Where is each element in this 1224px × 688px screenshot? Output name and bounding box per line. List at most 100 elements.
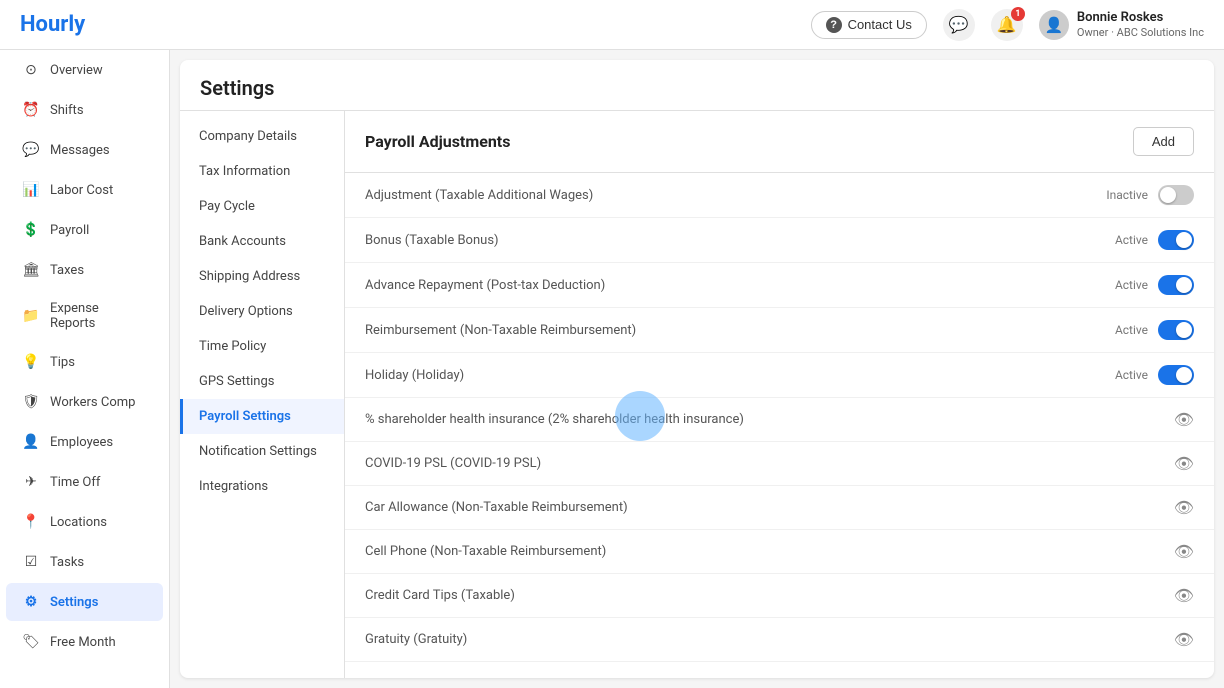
toggle-switch[interactable] <box>1158 320 1194 340</box>
adjustment-row: Car Allowance (Non-Taxable Reimbursement… <box>345 486 1214 530</box>
settings-wrapper: Settings Company DetailsTax InformationP… <box>180 60 1214 678</box>
adjustment-controls: Active <box>1115 230 1194 250</box>
header-actions: ? Contact Us 💬 🔔 1 👤 Bonnie Roskes Owner… <box>811 9 1204 41</box>
adjustment-name: Car Allowance (Non-Taxable Reimbursement… <box>365 500 628 515</box>
payroll-panel[interactable]: Payroll Adjustments Add Adjustment (Taxa… <box>345 111 1214 678</box>
status-label: Active <box>1115 233 1148 247</box>
taxes-icon: 🏛 <box>22 261 40 279</box>
settings-nav-notification-settings[interactable]: Notification Settings <box>180 434 344 469</box>
notifications-button[interactable]: 🔔 1 <box>991 9 1023 41</box>
sidebar-item-shifts[interactable]: ⏰Shifts <box>6 91 163 129</box>
settings-nav-integrations[interactable]: Integrations <box>180 469 344 504</box>
adjustment-row: Holiday (Holiday)Active <box>345 353 1214 398</box>
settings-nav-company-details[interactable]: Company Details <box>180 119 344 154</box>
payroll-header: Payroll Adjustments Add <box>345 111 1214 173</box>
settings-nav-gps-settings[interactable]: GPS Settings <box>180 364 344 399</box>
sidebar-label: Payroll <box>50 223 89 238</box>
adjustment-row: Gratuity (Gratuity)👁 <box>345 618 1214 662</box>
sidebar-label: Taxes <box>50 263 84 278</box>
sidebar-item-workers-comp[interactable]: 🛡Workers Comp <box>6 383 163 421</box>
eye-icon[interactable]: 👁 <box>1174 454 1194 473</box>
user-details: Bonnie Roskes Owner · ABC Solutions Inc <box>1077 10 1204 39</box>
adjustment-controls: 👁 <box>1174 586 1194 605</box>
toggle-knob <box>1176 232 1192 248</box>
toggle-knob <box>1176 277 1192 293</box>
sidebar-item-payroll[interactable]: 💲 Payroll <box>6 211 163 249</box>
adjustment-row: Advance Repayment (Post-tax Deduction)Ac… <box>345 263 1214 308</box>
eye-icon[interactable]: 👁 <box>1174 498 1194 517</box>
sidebar-label: Employees <box>50 435 113 450</box>
adjustments-list: Adjustment (Taxable Additional Wages) Ina… <box>345 173 1214 662</box>
user-name: Bonnie Roskes <box>1077 10 1204 26</box>
overview-icon: ⊙ <box>22 61 40 79</box>
adjustment-name: % shareholder health insurance (2% share… <box>365 412 744 427</box>
labor-cost-icon: 📊 <box>22 181 40 199</box>
payroll-icon: 💲 <box>22 221 40 239</box>
messages-icon-button[interactable]: 💬 <box>943 9 975 41</box>
adjustment-name: Advance Repayment (Post-tax Deduction) <box>365 278 605 293</box>
sidebar-item-taxes[interactable]: 🏛 Taxes <box>6 251 163 289</box>
adjustment-controls: 👁 <box>1174 410 1194 429</box>
sidebar-label: Time Off <box>50 475 100 490</box>
toggle-switch[interactable] <box>1158 185 1194 205</box>
contact-us-button[interactable]: ? Contact Us <box>811 11 927 39</box>
sidebar-item-tasks[interactable]: ☑Tasks <box>6 543 163 581</box>
tasks-icon: ☑ <box>22 553 40 571</box>
adjustment-controls: 👁 <box>1174 630 1194 649</box>
sidebar-item-tips[interactable]: 💡Tips <box>6 343 163 381</box>
question-icon: ? <box>826 17 842 33</box>
settings-nav-bank-accounts[interactable]: Bank Accounts <box>180 224 344 259</box>
eye-icon[interactable]: 👁 <box>1174 630 1194 649</box>
settings-nav-time-policy[interactable]: Time Policy <box>180 329 344 364</box>
eye-icon[interactable]: 👁 <box>1174 586 1194 605</box>
sidebar-item-employees[interactable]: 👤 Employees <box>6 423 163 461</box>
sidebar-item-messages[interactable]: 💬Messages <box>6 131 163 169</box>
sidebar-item-settings[interactable]: ⚙Settings <box>6 583 163 621</box>
adjustment-name: Credit Card Tips (Taxable) <box>365 588 515 603</box>
eye-icon[interactable]: 👁 <box>1174 410 1194 429</box>
sidebar-label: Labor Cost <box>50 183 113 198</box>
time-off-icon: ✈ <box>22 473 40 491</box>
settings-nav: Company DetailsTax InformationPay CycleB… <box>180 111 345 678</box>
eye-icon[interactable]: 👁 <box>1174 542 1194 561</box>
sidebar-item-locations[interactable]: 📍Locations <box>6 503 163 541</box>
adjustment-controls: 👁 <box>1174 542 1194 561</box>
status-label: Active <box>1115 323 1148 337</box>
toggle-switch[interactable] <box>1158 230 1194 250</box>
sidebar-label: Workers Comp <box>50 395 135 410</box>
settings-title: Settings <box>180 60 1214 111</box>
adjustment-name: Cell Phone (Non-Taxable Reimbursement) <box>365 544 606 559</box>
user-menu[interactable]: 👤 Bonnie Roskes Owner · ABC Solutions In… <box>1039 10 1204 40</box>
toggle-knob <box>1176 322 1192 338</box>
settings-nav-pay-cycle[interactable]: Pay Cycle <box>180 189 344 224</box>
sidebar-item-free-month[interactable]: 🏷Free Month <box>6 623 163 661</box>
adjustment-name: COVID-19 PSL (COVID-19 PSL) <box>365 456 541 471</box>
adjustment-name: Adjustment (Taxable Additional Wages) <box>365 188 593 203</box>
adjustment-row: % shareholder health insurance (2% share… <box>345 398 1214 442</box>
settings-inner: Company DetailsTax InformationPay CycleB… <box>180 111 1214 678</box>
settings-nav-shipping-address[interactable]: Shipping Address <box>180 259 344 294</box>
free-month-icon: 🏷 <box>22 633 40 651</box>
sidebar-item-time-off[interactable]: ✈ Time Off <box>6 463 163 501</box>
settings-nav-payroll-settings[interactable]: Payroll Settings <box>180 399 344 434</box>
avatar: 👤 <box>1039 10 1069 40</box>
content-area: Settings Company DetailsTax InformationP… <box>170 50 1224 688</box>
main-layout: ⊙Overview⏰Shifts💬Messages 📊 Labor Cost 💲 Pay… <box>0 50 1224 688</box>
employees-icon: 👤 <box>22 433 40 451</box>
chat-icon: 💬 <box>949 15 969 34</box>
settings-icon: ⚙ <box>22 593 40 611</box>
shifts-icon: ⏰ <box>22 101 40 119</box>
sidebar-item-overview[interactable]: ⊙Overview <box>6 51 163 89</box>
adjustment-row: COVID-19 PSL (COVID-19 PSL) 👁 <box>345 442 1214 486</box>
toggle-switch[interactable] <box>1158 275 1194 295</box>
adjustment-controls: Inactive <box>1106 185 1194 205</box>
settings-nav-delivery-options[interactable]: Delivery Options <box>180 294 344 329</box>
sidebar-item-labor-cost[interactable]: 📊 Labor Cost <box>6 171 163 209</box>
adjustment-row: Adjustment (Taxable Additional Wages) Ina… <box>345 173 1214 218</box>
toggle-switch[interactable] <box>1158 365 1194 385</box>
sidebar-item-expense-reports[interactable]: 📁Expense Reports <box>6 291 163 341</box>
status-label: Inactive <box>1106 188 1148 202</box>
settings-nav-tax-information[interactable]: Tax Information <box>180 154 344 189</box>
add-button[interactable]: Add <box>1133 127 1194 156</box>
tips-icon: 💡 <box>22 353 40 371</box>
